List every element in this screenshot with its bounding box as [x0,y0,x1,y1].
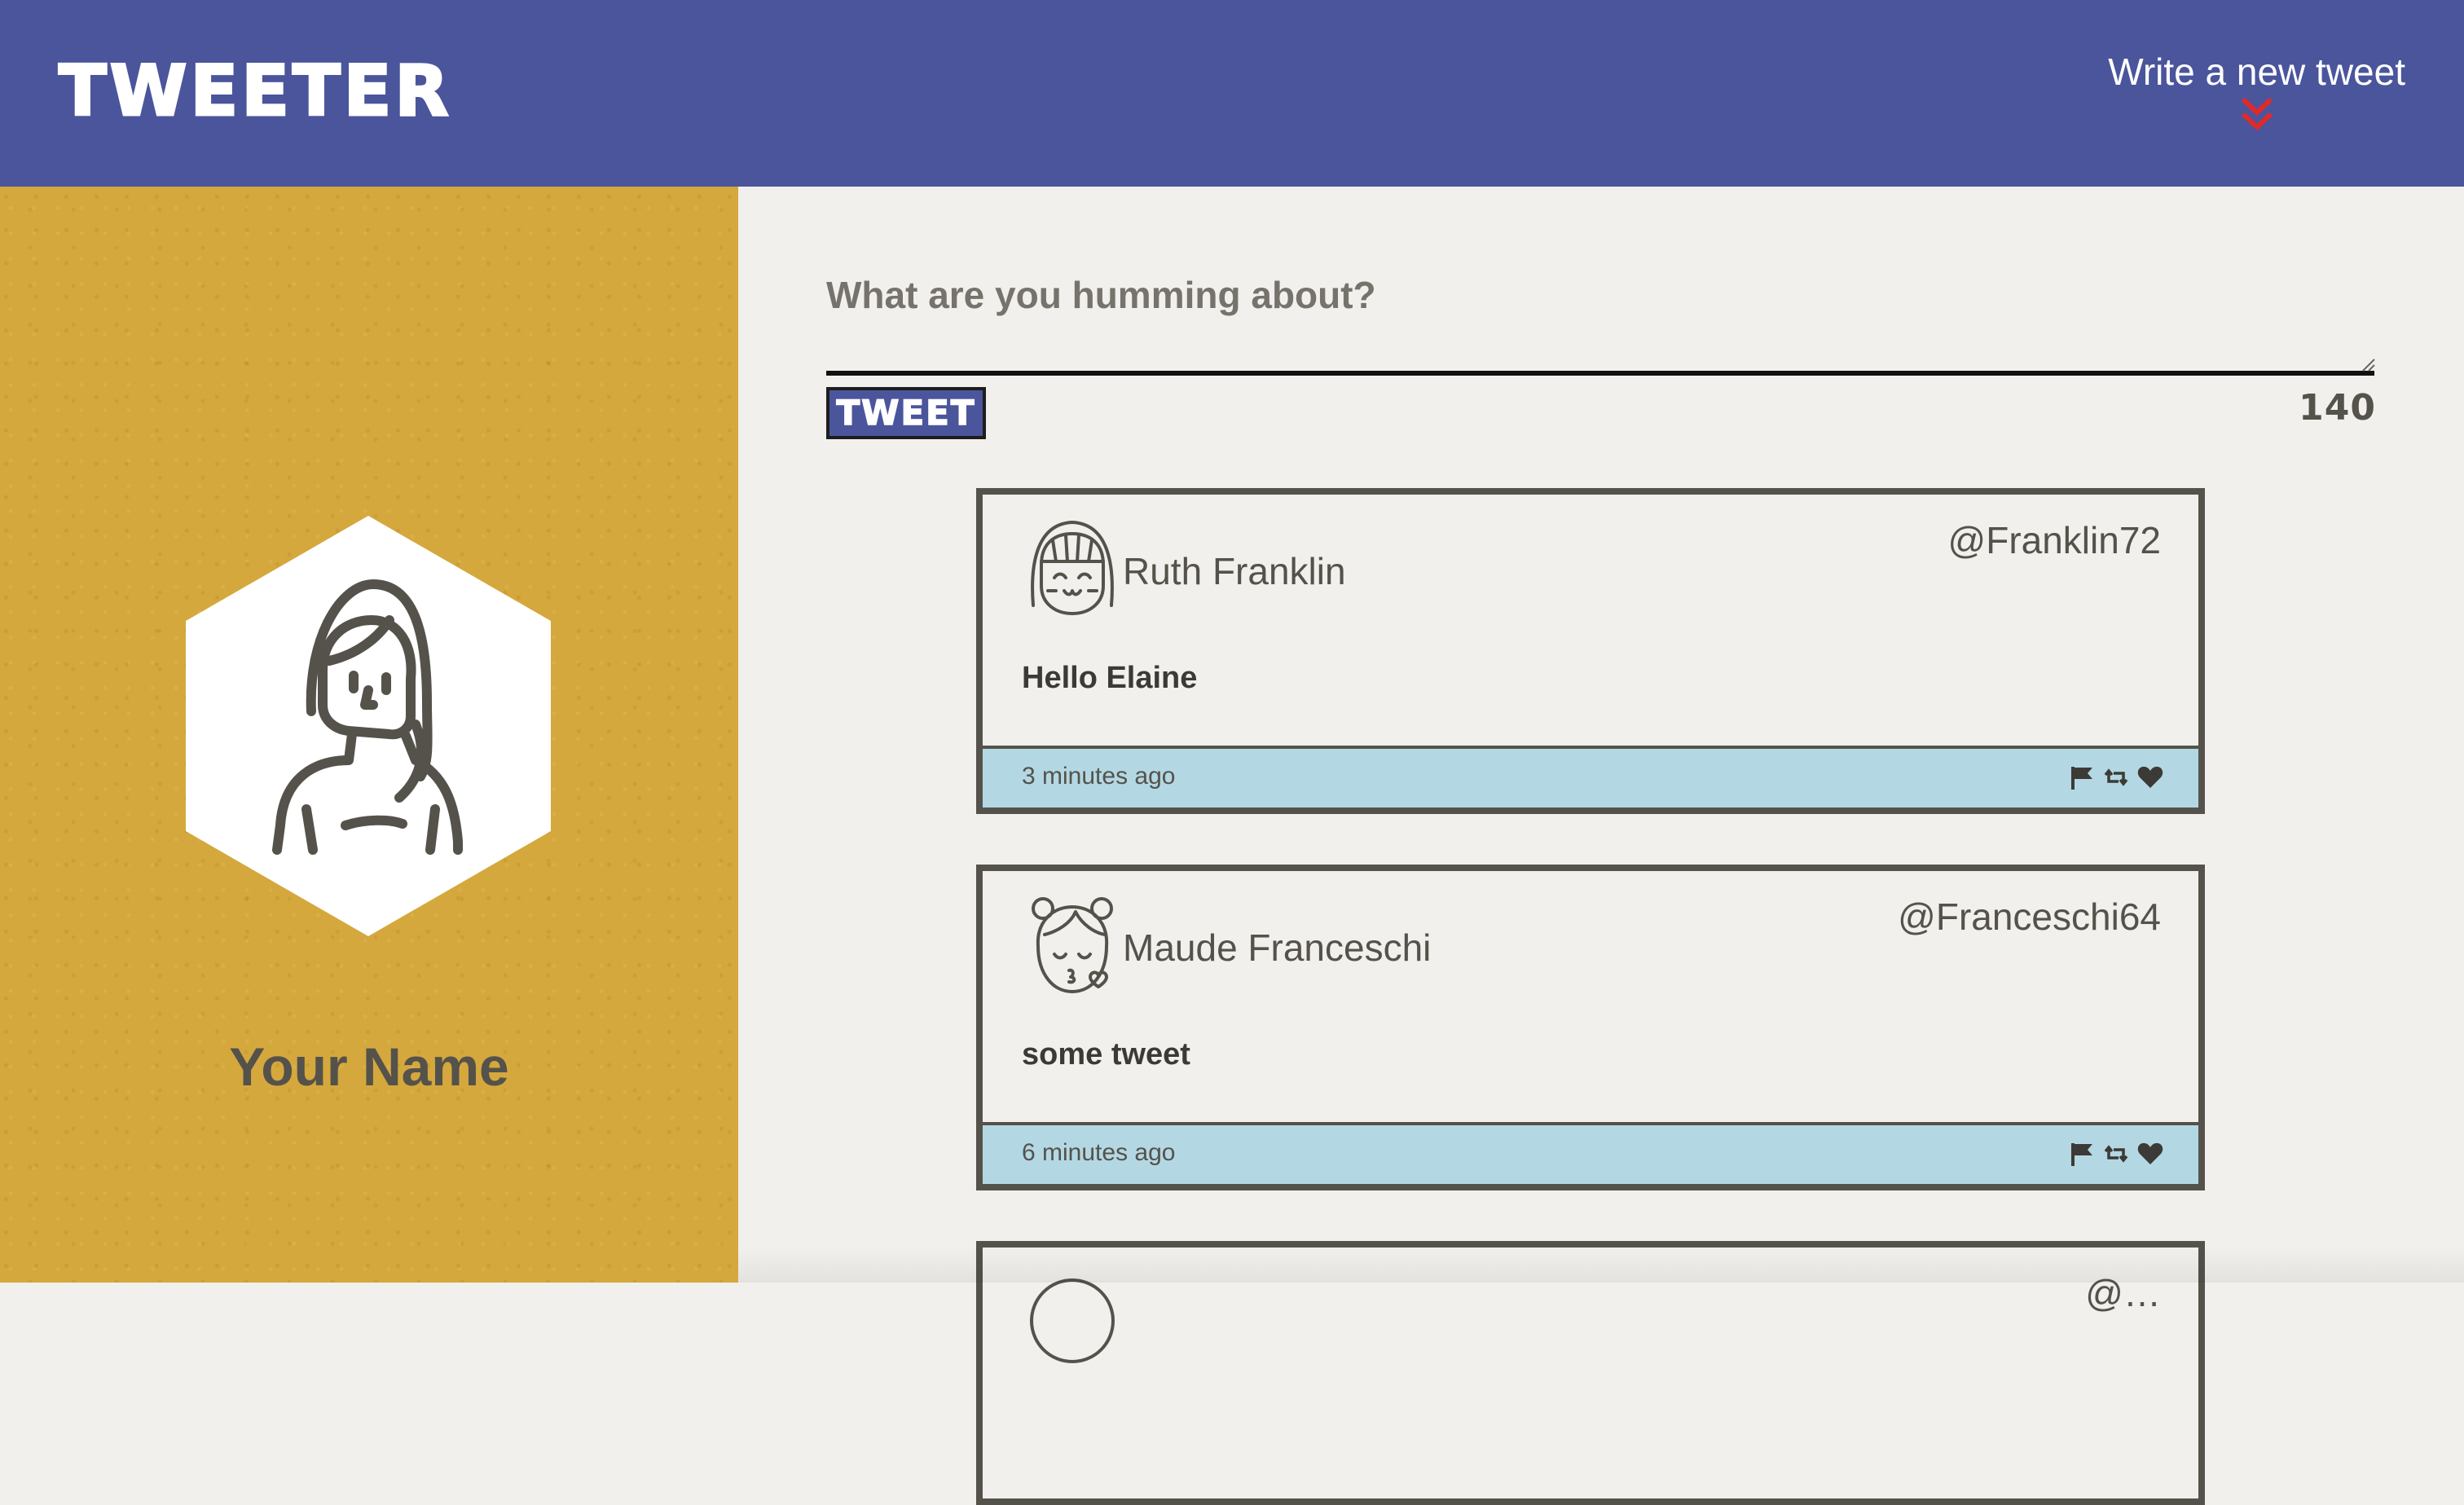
girl-kiss-icon [1032,897,1113,993]
tweet-submit-button[interactable]: TWEET [826,387,986,439]
tweet-header: Ruth Franklin @Franklin72 [983,495,2198,658]
double-chevron-down-icon[interactable] [2237,96,2277,134]
tweet-actions [2068,1140,2164,1168]
tweet-author-handle[interactable]: @Franceschi64 [1898,894,2161,940]
tweet-card: Maude Franceschi @Franceschi64 some twee… [976,865,2205,1190]
scroll-shadow [738,1247,2464,1283]
tweet-compose-textarea[interactable] [826,273,2374,376]
heart-icon[interactable] [2136,764,2164,791]
tweet-timestamp: 6 minutes ago [1022,1139,1176,1166]
retweet-icon[interactable] [2102,1140,2130,1168]
compose-label-bold: Write [2108,51,2195,93]
heart-icon[interactable] [2136,1140,2164,1168]
profile-user-name: Your Name [229,1036,509,1097]
tweet-text: Hello Elaine [1022,661,1198,695]
tweet-text: some tweet [1022,1037,1190,1072]
tweet-text [983,1410,2198,1498]
retweet-icon[interactable] [2102,764,2130,791]
top-nav: TWEETER Write a new tweet [0,0,2464,187]
tweet-timestamp: 3 minutes ago [1022,763,1176,790]
profile-avatar-icon [186,516,551,936]
main-feed: TWEET 140 Ruth Franklin @Franklin72 Hell… [738,187,2464,1505]
tweet-footer: 3 minutes ago [983,746,2198,808]
tweet-header: Maude Franceschi @Franceschi64 [983,871,2198,1034]
person-icon [1030,1278,1115,1363]
brand-logo[interactable]: TWEETER [58,50,452,134]
tweet-author-name: Ruth Franklin [1123,550,1346,592]
girl-smiling-icon [1031,521,1114,615]
flag-icon[interactable] [2068,764,2096,791]
tweet-author-name: Maude Franceschi [1123,926,1432,969]
compose-label-rest: a new tweet [2194,51,2406,93]
write-new-tweet-toggle[interactable]: Write a new tweet [2108,49,2405,134]
tweet-footer: 6 minutes ago [983,1122,2198,1184]
tweet-author-handle[interactable]: @Franklin72 [1948,517,2161,563]
flag-icon[interactable] [2068,1140,2096,1168]
tweet-actions [2068,764,2164,791]
profile-sidebar: Your Name [0,187,738,1283]
resize-grip-icon[interactable] [2360,356,2376,372]
character-counter: 140 [2299,387,2376,429]
tweet-card: Ruth Franklin @Franklin72 Hello Elaine 3… [976,488,2205,814]
